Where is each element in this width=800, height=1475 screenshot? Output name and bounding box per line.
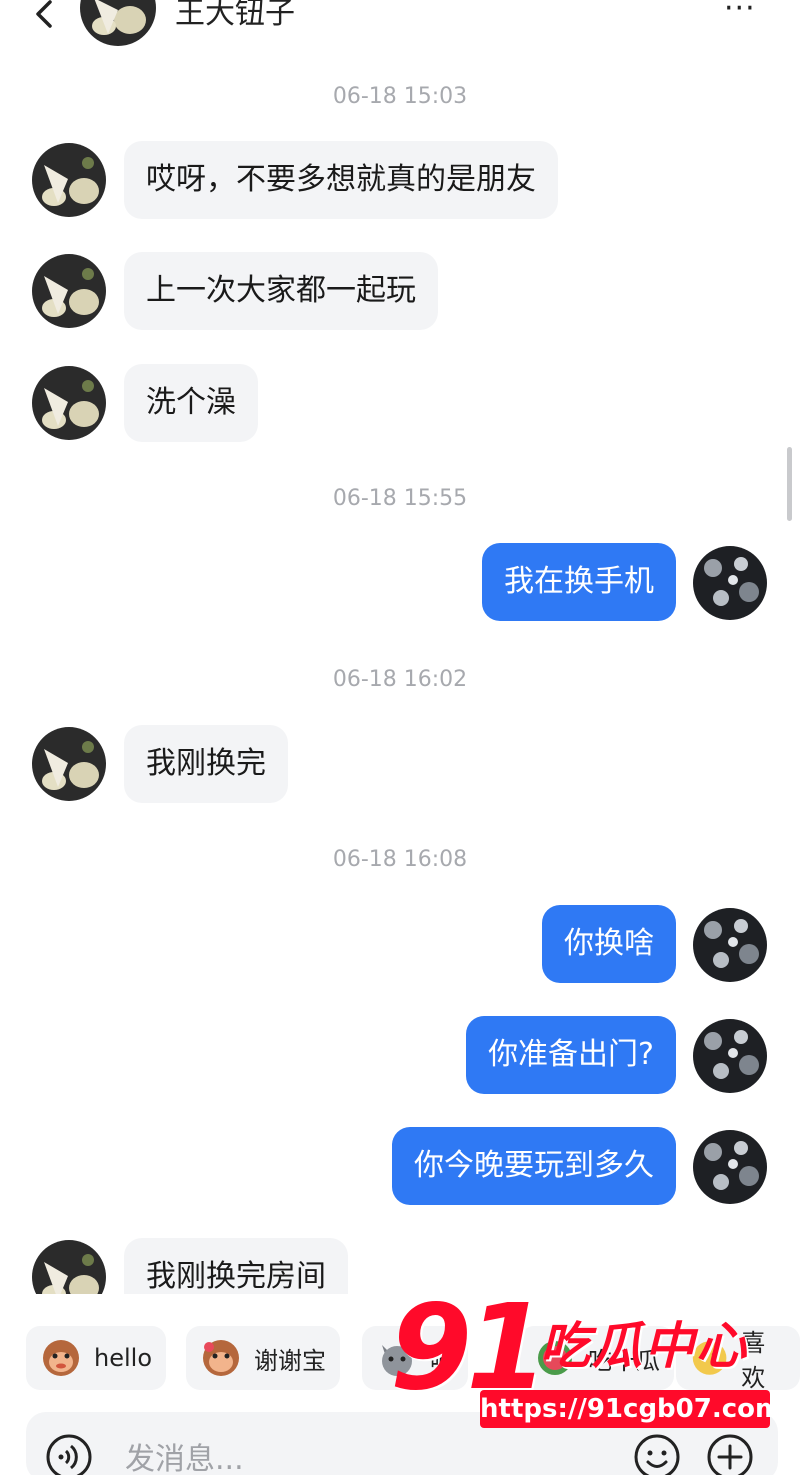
chat-header: 王大钮子 ··· [0, 0, 800, 60]
avatar-image-icon [32, 143, 106, 217]
timestamp: 06-18 16:02 [332, 667, 468, 692]
outgoing-message[interactable]: 你今晚要玩到多久 [392, 1127, 676, 1205]
timestamp: 06-18 16:08 [332, 847, 468, 872]
incoming-message[interactable]: 洗个澡 [124, 364, 258, 442]
outgoing-message[interactable]: 你准备出门? [466, 1016, 676, 1094]
incoming-message[interactable]: 我刚换完房间 [124, 1238, 348, 1294]
sender-avatar[interactable] [32, 366, 106, 440]
my-avatar[interactable] [693, 1019, 767, 1093]
contact-name: 王大钮子 [175, 0, 295, 31]
chevron-left-icon [36, 0, 52, 28]
watermark-url: https://91cgb07.com [480, 1390, 782, 1428]
back-button[interactable] [30, 0, 60, 34]
voice-icon [46, 1434, 92, 1475]
avatar-image-icon [32, 366, 106, 440]
avatar-image-icon [32, 1240, 106, 1294]
avatar-image-icon [693, 546, 767, 620]
avatar-image-icon [693, 1019, 767, 1093]
sender-avatar[interactable] [32, 1240, 106, 1294]
outgoing-message[interactable]: 你换啥 [542, 905, 676, 983]
avatar-image-icon [32, 254, 106, 328]
avatar-image-icon [80, 0, 156, 46]
more-options-button[interactable]: ··· [724, 0, 756, 24]
quick-reply-label: hello [94, 1344, 152, 1372]
message-input-placeholder[interactable]: 发消息... [125, 1434, 244, 1475]
contact-avatar[interactable] [80, 0, 156, 46]
watermark-name: 吃瓜中心 [540, 1317, 748, 1375]
my-avatar[interactable] [693, 908, 767, 982]
watermark-number: 91 [390, 1278, 548, 1416]
voice-button[interactable] [44, 1432, 94, 1475]
timestamp: 06-18 15:03 [332, 84, 468, 109]
incoming-message[interactable]: 上一次大家都一起玩 [124, 252, 438, 330]
my-avatar[interactable] [693, 546, 767, 620]
sender-avatar[interactable] [32, 727, 106, 801]
monkey-with-flower-emoji-icon [203, 1340, 239, 1376]
incoming-message[interactable]: 哎呀，不要多想就真的是朋友 [124, 141, 558, 219]
avatar-image-icon [693, 1130, 767, 1204]
quick-reply-label: 谢谢宝 [254, 1346, 326, 1375]
quick-reply-chip[interactable]: hello [26, 1326, 166, 1390]
avatar-image-icon [32, 727, 106, 801]
quick-reply-chip[interactable]: 谢谢宝 [186, 1326, 340, 1390]
timestamp: 06-18 15:55 [332, 486, 468, 511]
incoming-message[interactable]: 我刚换完 [124, 725, 288, 803]
watermark: 91 吃瓜中心 https://91cgb07.com [390, 1288, 800, 1448]
outgoing-message[interactable]: 我在换手机 [482, 543, 676, 621]
sender-avatar[interactable] [32, 254, 106, 328]
avatar-image-icon [693, 908, 767, 982]
monkey-emoji-icon [43, 1340, 79, 1376]
my-avatar[interactable] [693, 1130, 767, 1204]
sender-avatar[interactable] [32, 143, 106, 217]
